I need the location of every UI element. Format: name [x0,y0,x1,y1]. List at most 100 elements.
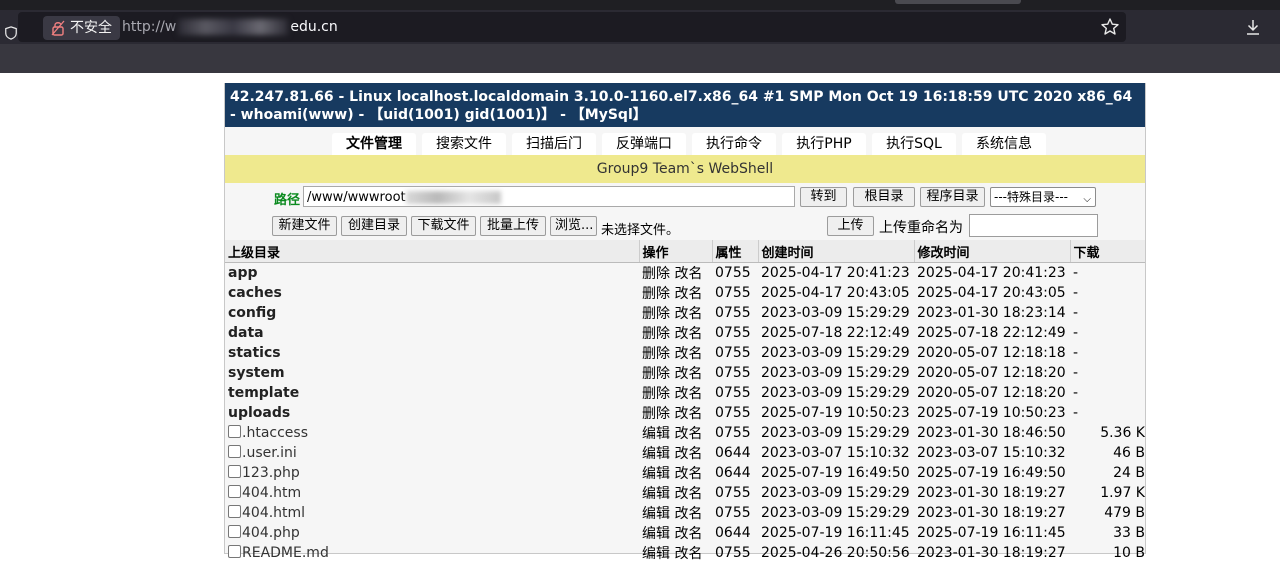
row-mtime[interactable]: 2023-01-30 18:19:27 [914,503,1070,523]
row-perm[interactable]: 0755 [712,503,758,523]
tab-file-manager[interactable]: 文件管理 [332,133,416,155]
bookmark-star-icon[interactable] [1100,17,1120,37]
row-mtime[interactable]: 2025-04-17 20:41:23 [914,263,1070,284]
row-perm[interactable]: 0644 [712,443,758,463]
file-name[interactable]: README.md [242,545,329,561]
table-row[interactable]: 404.php 编辑 改名 0644 2025-07-19 16:11:45 2… [225,523,1145,543]
row-actions[interactable]: 删除 改名 [639,383,712,403]
table-row[interactable]: README.md 编辑 改名 0755 2025-04-26 20:50:56… [225,543,1145,563]
row-mtime[interactable]: 2023-01-30 18:23:14 [914,303,1070,323]
batch-upload-button[interactable]: 批量上传 [480,216,546,236]
row-size[interactable]: 1.97 K [1070,483,1145,503]
download-icon[interactable] [1243,17,1263,37]
row-actions[interactable]: 编辑 改名 [639,463,712,483]
tab-exec-command[interactable]: 执行命令 [692,133,776,155]
row-actions[interactable]: 删除 改名 [639,283,712,303]
row-size[interactable]: 24 B [1070,463,1145,483]
browser-tab[interactable] [895,0,1021,4]
tab-scan-backdoor[interactable]: 扫描后门 [512,133,596,155]
row-actions[interactable]: 编辑 改名 [639,503,712,523]
file-name[interactable]: 404.php [242,525,300,541]
row-perm[interactable]: 0644 [712,523,758,543]
table-row[interactable]: caches 删除 改名 0755 2025-04-17 20:43:05 20… [225,283,1145,303]
row-mtime[interactable]: 2025-07-19 16:49:50 [914,463,1070,483]
table-row[interactable]: data 删除 改名 0755 2025-07-18 22:12:49 2025… [225,323,1145,343]
table-row[interactable]: 123.php 编辑 改名 0644 2025-07-19 16:49:50 2… [225,463,1145,483]
row-actions[interactable]: 编辑 改名 [639,443,712,463]
url-field[interactable]: 不安全 http://w edu.cn [18,12,1126,42]
row-perm[interactable]: 0755 [712,423,758,443]
table-row[interactable]: system 删除 改名 0755 2023-03-09 15:29:29 20… [225,363,1145,383]
file-name[interactable]: 123.php [242,465,300,481]
row-perm[interactable]: 0644 [712,463,758,483]
row-actions[interactable]: 删除 改名 [639,323,712,343]
new-file-button[interactable]: 新建文件 [272,216,337,236]
url-text[interactable]: http://w edu.cn [122,19,338,35]
row-actions[interactable]: 删除 改名 [639,263,712,284]
row-perm[interactable]: 0755 [712,343,758,363]
table-row[interactable]: template 删除 改名 0755 2023-03-09 15:29:29 … [225,383,1145,403]
table-row[interactable]: 404.htm 编辑 改名 0755 2023-03-09 15:29:29 2… [225,483,1145,503]
file-name[interactable]: 404.htm [242,485,301,501]
file-name[interactable]: 404.html [242,505,305,521]
row-size[interactable]: 33 B [1070,523,1145,543]
upload-button[interactable]: 上传 [827,216,874,236]
table-row[interactable]: uploads 删除 改名 0755 2025-07-19 10:50:23 2… [225,403,1145,423]
table-row[interactable]: statics 删除 改名 0755 2023-03-09 15:29:29 2… [225,343,1145,363]
row-actions[interactable]: 删除 改名 [639,303,712,323]
file-checkbox[interactable] [228,485,241,498]
row-mtime[interactable]: 2025-07-19 10:50:23 [914,403,1070,423]
dir-name[interactable]: app [228,265,258,281]
file-checkbox[interactable] [228,505,241,518]
row-mtime[interactable]: 2020-05-07 12:18:20 [914,363,1070,383]
row-size[interactable]: 46 B [1070,443,1145,463]
path-input[interactable]: /www/wwwroot [303,186,795,207]
download-file-button[interactable]: 下载文件 [411,216,476,236]
row-perm[interactable]: 0755 [712,323,758,343]
row-mtime[interactable]: 2023-01-30 18:19:27 [914,543,1070,563]
file-checkbox[interactable] [228,545,241,558]
dir-name[interactable]: uploads [228,405,290,421]
special-dir-select[interactable]: ---特殊目录--- ⌵ [990,187,1096,207]
root-dir-button[interactable]: 根目录 [853,187,915,207]
row-perm[interactable]: 0755 [712,403,758,423]
tab-reverse-port[interactable]: 反弹端口 [602,133,686,155]
file-name[interactable]: .user.ini [242,445,297,461]
table-row[interactable]: .user.ini 编辑 改名 0644 2023-03-07 15:10:32… [225,443,1145,463]
row-actions[interactable]: 编辑 改名 [639,423,712,443]
row-mtime[interactable]: 2023-01-30 18:19:27 [914,483,1070,503]
row-perm[interactable]: 0755 [712,263,758,284]
goto-button[interactable]: 转到 [800,187,847,207]
row-mtime[interactable]: 2023-03-07 15:10:32 [914,443,1070,463]
table-row[interactable]: .htaccess 编辑 改名 0755 2023-03-09 15:29:29… [225,423,1145,443]
table-row[interactable]: 404.html 编辑 改名 0755 2023-03-09 15:29:29 … [225,503,1145,523]
file-name[interactable]: .htaccess [242,425,308,441]
tab-exec-php[interactable]: 执行PHP [782,133,866,155]
parent-dir-link[interactable]: 上级目录 [225,240,640,263]
dir-name[interactable]: statics [228,345,281,361]
tab-exec-sql[interactable]: 执行SQL [872,133,956,155]
row-perm[interactable]: 0755 [712,303,758,323]
file-checkbox[interactable] [228,425,241,438]
row-mtime[interactable]: 2020-05-07 12:18:20 [914,383,1070,403]
row-size[interactable]: 479 B [1070,503,1145,523]
row-size[interactable]: 10 B [1070,543,1145,563]
browse-button[interactable]: 浏览... [550,216,597,236]
row-perm[interactable]: 0755 [712,543,758,563]
dir-name[interactable]: system [228,365,285,381]
tab-search-files[interactable]: 搜索文件 [422,133,506,155]
row-actions[interactable]: 编辑 改名 [639,523,712,543]
row-mtime[interactable]: 2025-07-19 16:11:45 [914,523,1070,543]
dir-name[interactable]: data [228,325,264,341]
row-actions[interactable]: 删除 改名 [639,363,712,383]
file-checkbox[interactable] [228,465,241,478]
row-mtime[interactable]: 2020-05-07 12:18:18 [914,343,1070,363]
row-perm[interactable]: 0755 [712,483,758,503]
dir-name[interactable]: caches [228,285,282,301]
upload-rename-input[interactable] [969,214,1098,237]
row-mtime[interactable]: 2023-01-30 18:46:50 [914,423,1070,443]
security-indicator[interactable]: 不安全 [43,16,120,40]
table-row[interactable]: app 删除 改名 0755 2025-04-17 20:41:23 2025-… [225,263,1145,284]
dir-name[interactable]: config [228,305,276,321]
row-mtime[interactable]: 2025-07-18 22:12:49 [914,323,1070,343]
